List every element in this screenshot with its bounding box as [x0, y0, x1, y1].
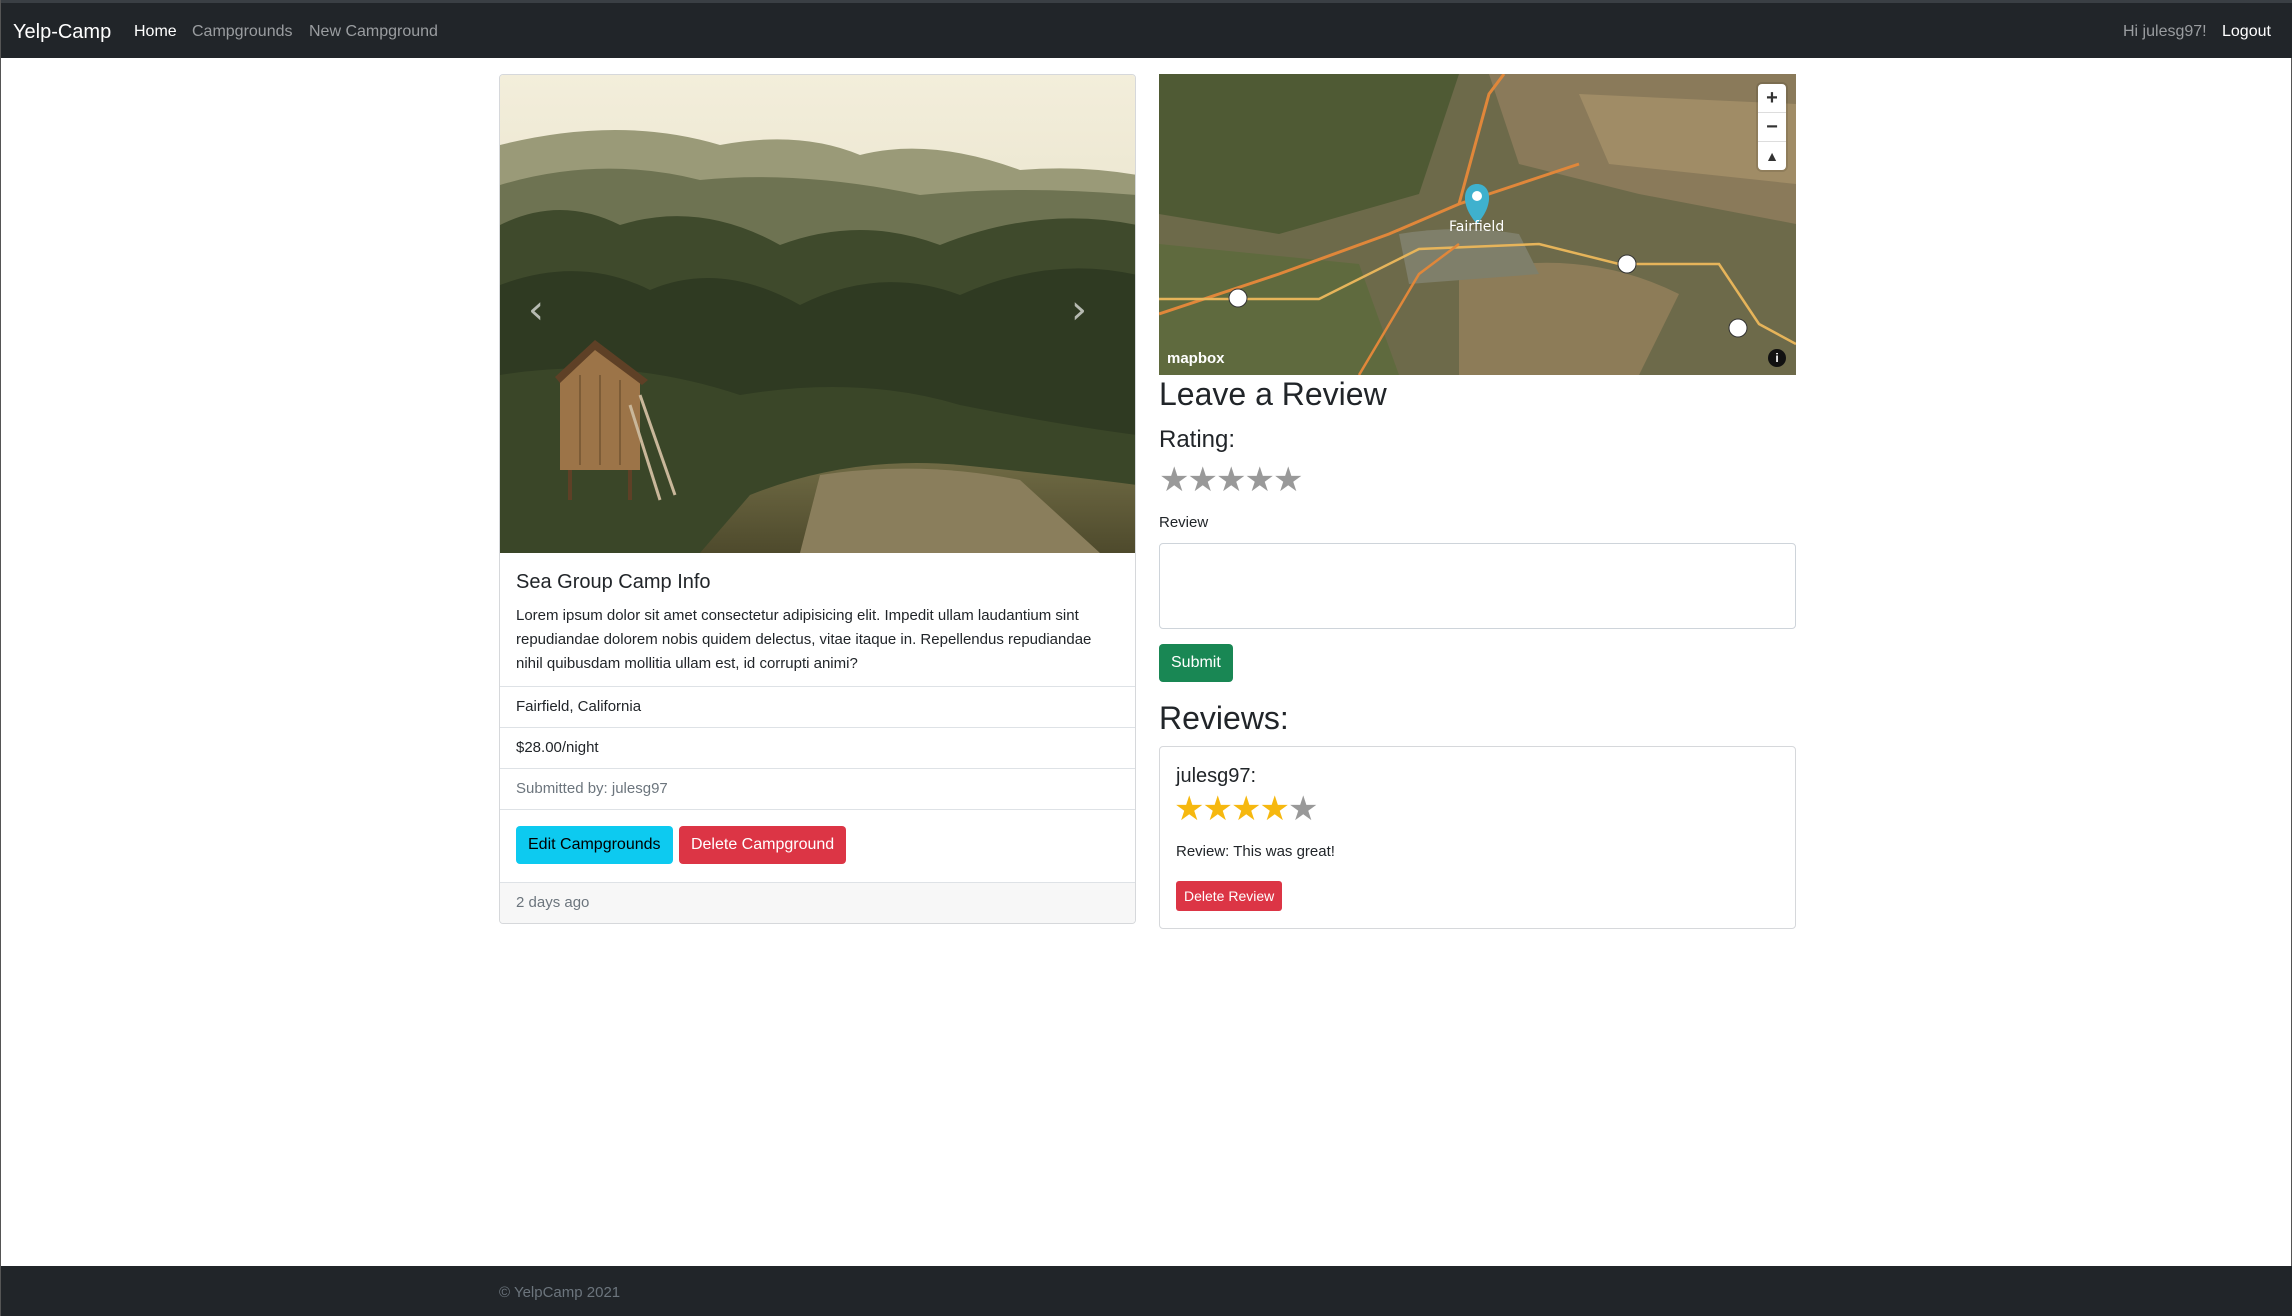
campground-photo [500, 75, 1135, 553]
star-3-icon[interactable]: ★ [1216, 460, 1247, 500]
action-buttons: Edit Campgrounds Delete Campground [500, 810, 1135, 883]
campground-card: ‹ › Sea Group Camp Info Lorem ipsum dolo… [499, 74, 1136, 924]
review-label: Review [1159, 514, 1209, 531]
review-author: julesg97: [1176, 765, 1257, 787]
carousel-prev-icon[interactable]: ‹ [516, 290, 556, 330]
rating-input[interactable]: ★★★★★ [1159, 460, 1304, 500]
delete-campground-button[interactable]: Delete Campground [678, 826, 847, 864]
submit-review-button[interactable]: Submit [1159, 644, 1233, 682]
star-2-icon[interactable]: ★ [1187, 460, 1218, 500]
delete-review-button[interactable]: Delete Review [1176, 881, 1283, 911]
campground-description: Lorem ipsum dolor sit amet consectetur a… [516, 607, 1092, 672]
campground-map[interactable]: Fairfield + − ▲ mapbox i [1159, 74, 1796, 375]
campground-title: Sea Group Camp Info [516, 571, 711, 593]
star-filled-icon: ★ [1230, 789, 1262, 829]
card-body: Sea Group Camp Info Lorem ipsum dolor si… [500, 553, 1135, 687]
rating-label: Rating: [1159, 426, 1236, 453]
campground-author: Submitted by: julesg97 [500, 769, 1135, 810]
campground-price: $28.00/night [500, 728, 1135, 769]
star-empty-icon: ★ [1287, 789, 1319, 829]
star-1-icon[interactable]: ★ [1159, 460, 1190, 500]
mapbox-logo[interactable]: mapbox [1167, 350, 1225, 367]
nav-campgrounds[interactable]: Campgrounds [192, 23, 293, 41]
star-filled-icon: ★ [1174, 789, 1205, 829]
map-info-icon[interactable]: i [1768, 349, 1786, 367]
map-place-label: Fairfield [1449, 219, 1504, 235]
review-rating: ★★★★★ [1174, 789, 1319, 829]
navbar: Yelp-Camp Home Campgrounds New Campgroun… [1, 0, 2292, 58]
satellite-map: Fairfield [1159, 74, 1796, 375]
footer: © YelpCamp 2021 [1, 1266, 2292, 1316]
nav-home[interactable]: Home [134, 23, 177, 41]
star-5-icon[interactable]: ★ [1273, 460, 1304, 500]
map-controls: + − ▲ [1758, 84, 1786, 170]
footer-copyright: © YelpCamp 2021 [499, 1284, 621, 1301]
compass-icon[interactable]: ▲ [1758, 142, 1786, 170]
zoom-out-icon[interactable]: − [1758, 113, 1786, 142]
image-carousel: ‹ › [500, 75, 1135, 553]
carousel-next-icon[interactable]: › [1059, 290, 1099, 330]
edit-campground-button[interactable]: Edit Campgrounds [516, 826, 673, 864]
review-text: Review: This was great! [1176, 843, 1335, 860]
campground-location: Fairfield, California [500, 687, 1135, 728]
star-filled-icon: ★ [1202, 789, 1233, 829]
reviews-heading: Reviews: [1159, 700, 1289, 736]
user-greeting: Hi julesg97! [2123, 23, 2207, 40]
brand-link[interactable]: Yelp-Camp [13, 21, 111, 44]
nav-new-campground[interactable]: New Campground [309, 23, 438, 41]
logout-link[interactable]: Logout [2222, 23, 2271, 41]
leave-review-heading: Leave a Review [1159, 376, 1387, 412]
star-4-icon[interactable]: ★ [1244, 460, 1275, 500]
zoom-in-icon[interactable]: + [1758, 84, 1786, 113]
card-footer-time: 2 days ago [500, 883, 1135, 923]
review-textarea[interactable] [1159, 543, 1796, 629]
star-filled-icon: ★ [1259, 789, 1290, 829]
review-card: julesg97: ★★★★★ Review: This was great! … [1159, 746, 1796, 929]
